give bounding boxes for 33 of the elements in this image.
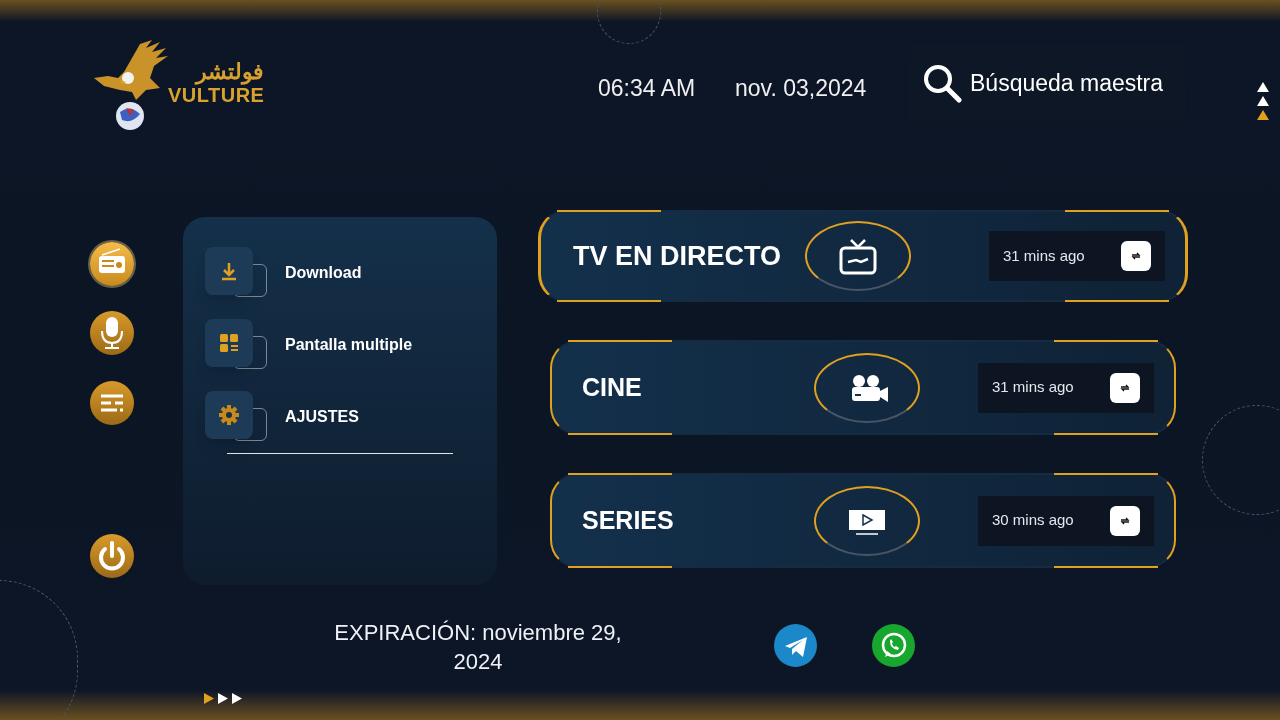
- updated-time: 31 mins ago: [1003, 245, 1085, 266]
- category-card[interactable]: SERIES 30 mins ago: [550, 473, 1176, 568]
- category-title: SERIES: [582, 504, 675, 536]
- refresh-icon: [1131, 252, 1141, 260]
- scroll-up-indicator-icon: [1257, 82, 1269, 120]
- refresh-icon: [1120, 516, 1130, 525]
- grid-icon: [217, 331, 241, 355]
- menu-item[interactable]: AJUSTES: [205, 391, 475, 443]
- menu-item[interactable]: Pantalla multiple: [205, 319, 475, 371]
- list-button[interactable]: [90, 381, 134, 425]
- settings-icon: [217, 403, 241, 427]
- category-card[interactable]: CINE 31 mins ago: [550, 340, 1176, 435]
- updated-time: 31 mins ago: [992, 377, 1074, 398]
- power-button[interactable]: [90, 534, 134, 578]
- category-card[interactable]: TV EN DIRECTO 31 mins ago: [538, 210, 1188, 302]
- date-text: nov. 03,2024: [735, 74, 867, 103]
- expiration-text: EXPIRACIÓN: noviembre 29, 2024: [333, 619, 623, 676]
- refresh-button[interactable]: [1110, 372, 1140, 403]
- microphone-button[interactable]: [90, 311, 134, 355]
- telegram-button[interactable]: [774, 624, 817, 667]
- logo-arabic-text: فولتشر: [196, 60, 265, 83]
- page-indicator-icon: [204, 693, 243, 704]
- search-icon: [922, 63, 962, 103]
- refresh-button[interactable]: [1121, 241, 1151, 271]
- menu-item[interactable]: Download: [205, 247, 475, 299]
- radio-button[interactable]: [90, 242, 134, 286]
- whatsapp-button[interactable]: [872, 624, 915, 667]
- category-title: CINE: [582, 371, 643, 403]
- clock-time: 06:34 AM: [598, 74, 696, 103]
- updated-time: 30 mins ago: [992, 510, 1074, 531]
- refresh-icon: [1120, 383, 1130, 392]
- refresh-button[interactable]: [1110, 505, 1140, 536]
- category-title: TV EN DIRECTO: [573, 239, 783, 273]
